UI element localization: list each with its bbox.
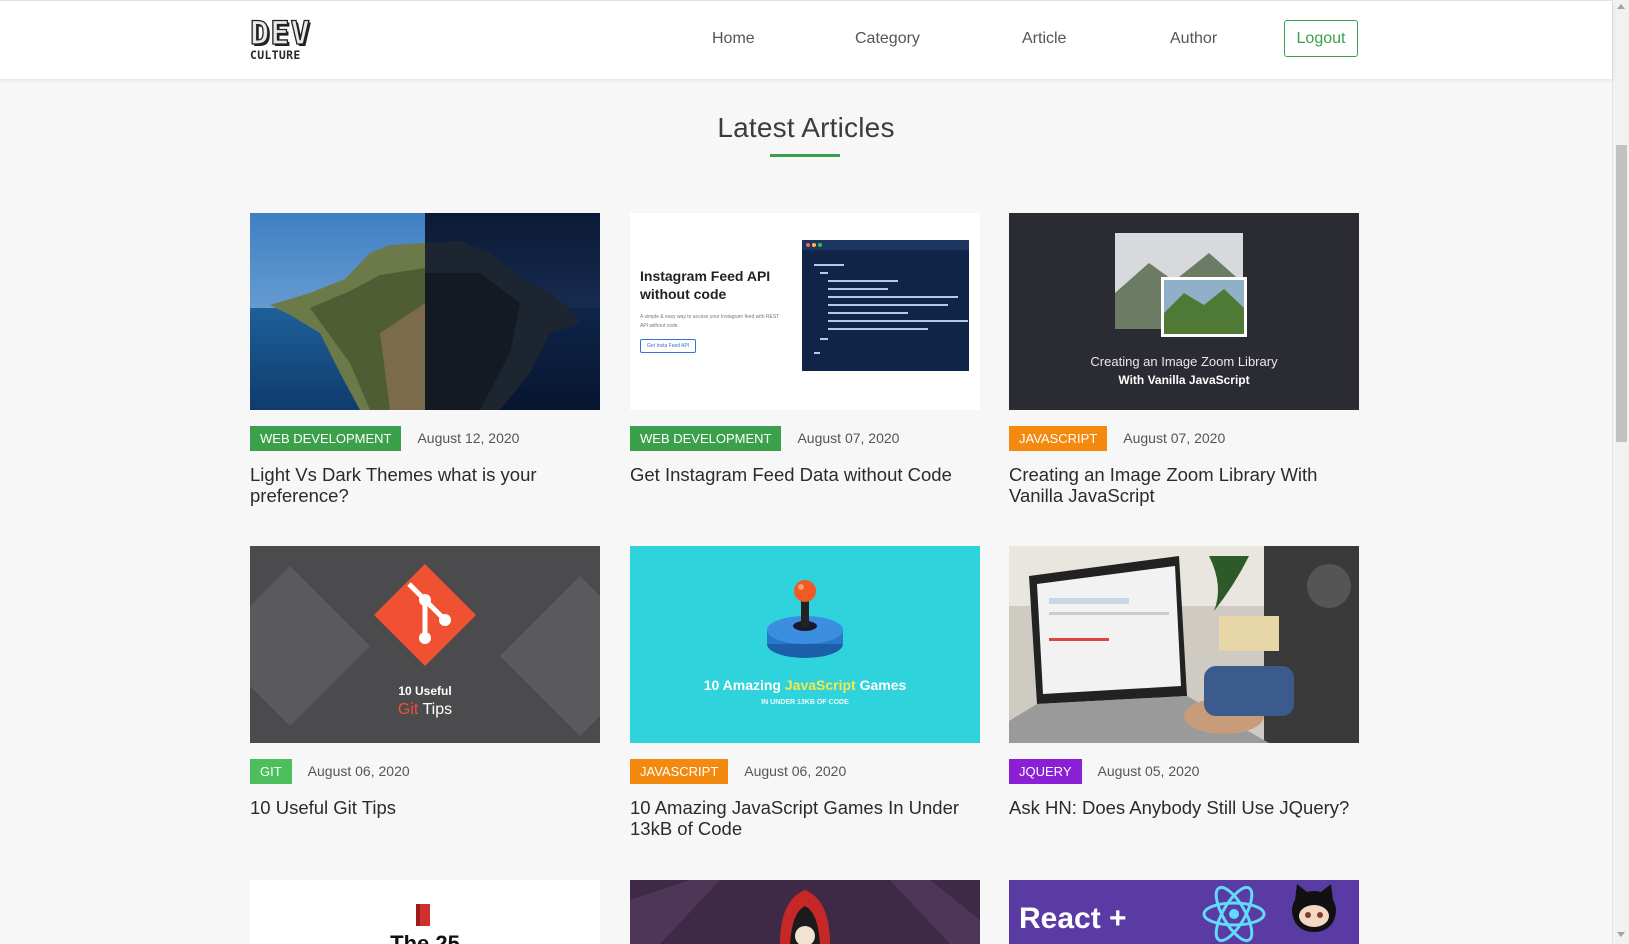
article-title[interactable]: Creating an Image Zoom Library With Vani…	[1009, 464, 1359, 506]
site-logo[interactable]: DEV CULTURE	[249, 14, 326, 64]
category-badge[interactable]: GIT	[250, 759, 292, 784]
article-card[interactable]: WEB DEVELOPMENT August 12, 2020 Light Vs …	[250, 213, 600, 506]
logo-text-culture: CULTURE	[250, 48, 301, 62]
image-subtext-line1: A simple & easy way to access your Insta…	[640, 314, 780, 320]
image-heading-line2: without code	[640, 286, 727, 302]
hooded-character-image	[630, 880, 980, 944]
title-underline	[770, 154, 840, 157]
scrollbar-thumb[interactable]	[1616, 145, 1627, 442]
article-title[interactable]: Light Vs Dark Themes what is your prefer…	[250, 464, 600, 506]
image-caption-line2: Git Tips	[250, 701, 600, 719]
article-date: August 07, 2020	[1123, 430, 1226, 446]
code-window-image	[802, 240, 969, 371]
image-caption-after: Games	[859, 677, 907, 693]
article-thumbnail[interactable]	[250, 213, 600, 410]
scroll-up-arrow-icon[interactable]	[1617, 4, 1625, 9]
image-heading-line1: Instagram Feed API	[640, 268, 771, 284]
react-logo-icon	[1202, 885, 1266, 943]
article-date: August 05, 2020	[1097, 763, 1200, 779]
logout-button[interactable]: Logout	[1284, 20, 1358, 57]
page-scrollbar[interactable]	[1612, 0, 1629, 944]
book-icon	[416, 904, 430, 926]
image-subtext-line2: API without code.	[640, 323, 679, 329]
article-title[interactable]: 10 Useful Git Tips	[250, 797, 600, 818]
article-title[interactable]: 10 Amazing JavaScript Games In Under 13k…	[630, 797, 980, 839]
article-thumbnail[interactable]: 10 Amazing JavaScript Games IN UNDER 13K…	[630, 546, 980, 743]
article-meta: WEB DEVELOPMENT August 12, 2020	[250, 426, 600, 451]
article-title[interactable]: Get Instagram Feed Data without Code	[630, 464, 980, 485]
article-thumbnail-partial[interactable]: React +	[1009, 880, 1359, 944]
article-meta: JQUERY August 05, 2020	[1009, 759, 1359, 784]
article-thumbnail[interactable]	[1009, 546, 1359, 743]
image-caption-line2: With Vanilla JavaScript	[1118, 373, 1250, 387]
partial-image-text: The 25	[390, 931, 460, 944]
laptop-photo-image	[1009, 546, 1359, 743]
article-card[interactable]: Creating an Image Zoom Library With Vani…	[1009, 213, 1359, 506]
nav-link-category[interactable]: Category	[855, 29, 920, 49]
article-thumbnail[interactable]: Creating an Image Zoom Library With Vani…	[1009, 213, 1359, 410]
image-caption-line1: Creating an Image Zoom Library	[1090, 354, 1278, 369]
joystick-icon	[767, 580, 843, 658]
nav-link-home[interactable]: Home	[712, 29, 755, 49]
instagram-api-image-text: Instagram Feed API without code A simple…	[640, 267, 800, 353]
article-date: August 06, 2020	[744, 763, 847, 779]
image-caption-before: 10 Amazing	[703, 677, 781, 693]
article-meta: WEB DEVELOPMENT August 07, 2020	[630, 426, 980, 451]
partial-image-text: React +	[1019, 902, 1127, 935]
category-badge[interactable]: WEB DEVELOPMENT	[630, 426, 782, 451]
article-thumbnail-partial[interactable]	[630, 880, 980, 944]
article-card[interactable]: 10 Useful Git Tips GIT August 06, 2020 10…	[250, 546, 600, 818]
image-caption-accent: JavaScript	[784, 677, 856, 693]
catalina-island-image	[250, 213, 600, 410]
article-meta: GIT August 06, 2020	[250, 759, 600, 784]
image-caption-line1: 10 Useful	[398, 684, 452, 698]
top-navbar: DEV CULTURE Home Category Article Author…	[0, 0, 1612, 79]
nav-link-author[interactable]: Author	[1170, 29, 1217, 49]
article-meta: JAVASCRIPT August 07, 2020	[1009, 426, 1359, 451]
category-badge[interactable]: JQUERY	[1009, 759, 1082, 784]
article-meta: JAVASCRIPT August 06, 2020	[630, 759, 980, 784]
article-title[interactable]: Ask HN: Does Anybody Still Use JQuery?	[1009, 797, 1359, 818]
category-badge[interactable]: WEB DEVELOPMENT	[250, 426, 402, 451]
logo-text-dev: DEV	[249, 14, 311, 52]
image-caption-line1: 10 Amazing JavaScript Games	[630, 677, 980, 693]
article-thumbnail-partial[interactable]: The 25	[250, 880, 600, 944]
article-card[interactable]: 10 Amazing JavaScript Games IN UNDER 13K…	[630, 546, 980, 839]
category-badge[interactable]: JAVASCRIPT	[630, 759, 729, 784]
image-cta-button: Get Insta Feed API	[640, 339, 697, 353]
image-caption-rest: Tips	[422, 701, 453, 718]
github-octocat-icon	[1292, 884, 1336, 932]
article-date: August 06, 2020	[307, 763, 410, 779]
category-badge[interactable]: JAVASCRIPT	[1009, 426, 1108, 451]
article-thumbnail[interactable]: Instagram Feed API without code A simple…	[630, 213, 980, 410]
article-thumbnail[interactable]: 10 Useful Git Tips	[250, 546, 600, 743]
article-date: August 12, 2020	[417, 430, 520, 446]
image-caption-accent: Git	[397, 701, 419, 718]
article-card[interactable]: JQUERY August 05, 2020 Ask HN: Does Anybo…	[1009, 546, 1359, 818]
scroll-down-arrow-icon[interactable]	[1617, 932, 1625, 937]
page-title: Latest Articles	[717, 112, 895, 143]
image-caption-sub: IN UNDER 13KB OF CODE	[761, 699, 849, 706]
nav-link-article[interactable]: Article	[1022, 29, 1066, 49]
article-card[interactable]: Instagram Feed API without code A simple…	[630, 213, 980, 485]
article-date: August 07, 2020	[797, 430, 900, 446]
